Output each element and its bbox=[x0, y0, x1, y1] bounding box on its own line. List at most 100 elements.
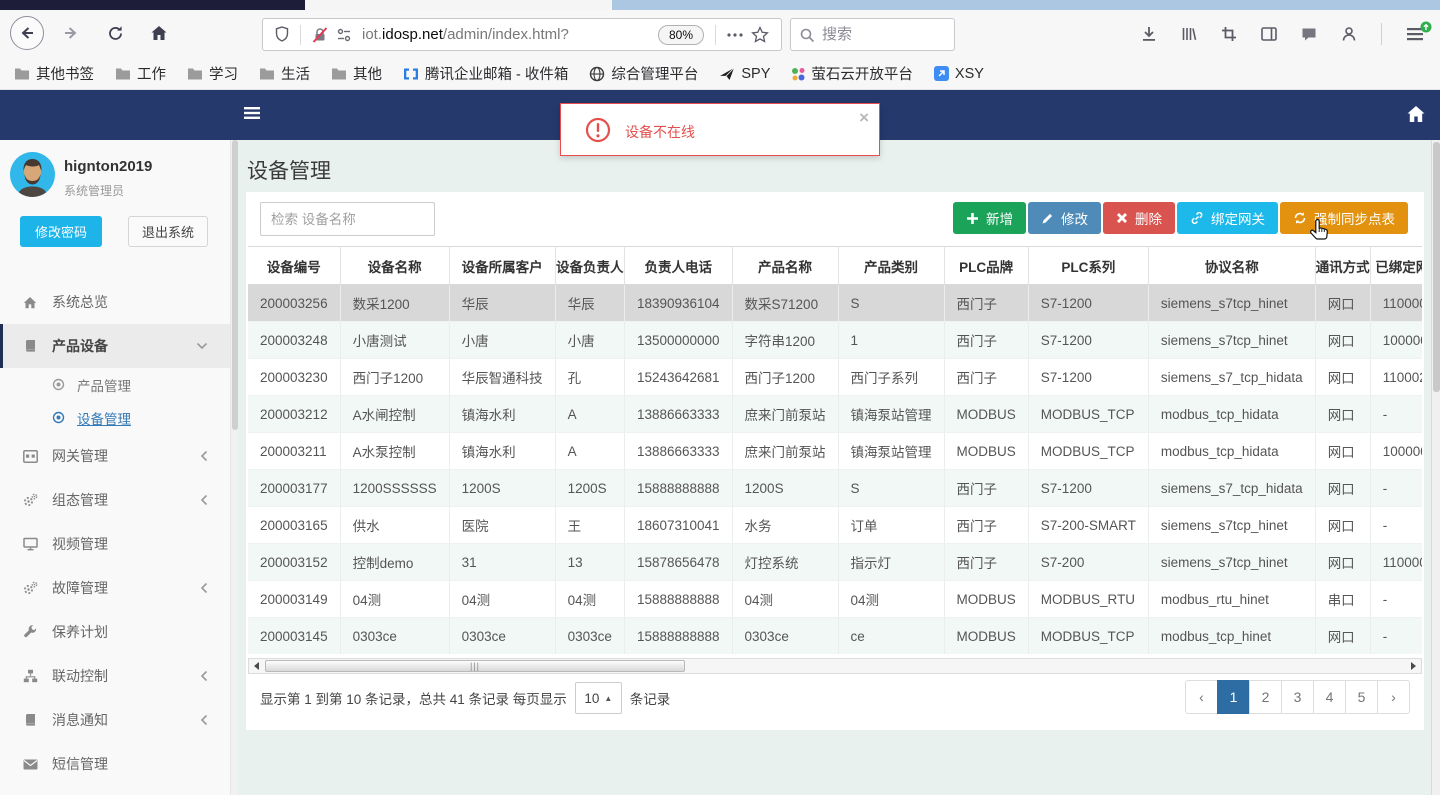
search-box[interactable] bbox=[790, 18, 955, 51]
column-header[interactable]: 已绑定网关 bbox=[1370, 246, 1422, 285]
table-row[interactable]: 200003145 0303ce 0303ce 0303ce 15888888888 03… bbox=[248, 617, 1422, 654]
reload-button[interactable] bbox=[98, 16, 132, 50]
horizontal-scrollbar[interactable]: ||| bbox=[248, 658, 1422, 674]
sidebar-item-故障管理[interactable]: 故障管理 bbox=[0, 566, 230, 610]
change-password-button[interactable]: 修改密码 bbox=[20, 216, 102, 247]
device-search-input[interactable] bbox=[260, 202, 435, 236]
table-row[interactable]: 200003177 1200SSSSSS 1200S 1200S 15888888888… bbox=[248, 469, 1422, 507]
bookmark-star-icon[interactable] bbox=[747, 25, 773, 44]
column-header[interactable]: 设备名称 bbox=[340, 246, 450, 285]
sidebar-item-保养计划[interactable]: 保养计划 bbox=[0, 610, 230, 654]
column-header[interactable]: 产品名称 bbox=[732, 246, 839, 285]
table-row[interactable]: 200003212 A水闸控制 镇海水利 A 13886663333 庶来门前泵站 镇海泵站… bbox=[248, 395, 1422, 433]
sidebar-item-组态管理[interactable]: 组态管理 bbox=[0, 478, 230, 522]
page-button-2[interactable]: 2 bbox=[1249, 680, 1282, 714]
page-actions-icon[interactable] bbox=[723, 32, 747, 37]
app-menu-button[interactable] bbox=[1406, 21, 1432, 41]
bookmark-item[interactable]: SPY bbox=[719, 66, 770, 82]
account-icon[interactable] bbox=[1341, 26, 1357, 42]
bookmark-item[interactable]: 综合管理平台 bbox=[589, 63, 698, 84]
sidebar-subitem-产品管理[interactable]: 产品管理 bbox=[0, 368, 230, 401]
column-header[interactable]: 协议名称 bbox=[1148, 246, 1316, 285]
强制同步点表-button[interactable]: 强制同步点表 bbox=[1280, 202, 1408, 234]
back-button[interactable] bbox=[10, 16, 44, 50]
forward-button[interactable] bbox=[54, 16, 88, 50]
page-next-button[interactable]: › bbox=[1377, 680, 1410, 714]
column-header[interactable]: PLC系列 bbox=[1028, 246, 1149, 285]
library-icon[interactable] bbox=[1181, 26, 1197, 42]
删除-button[interactable]: 删除 bbox=[1103, 202, 1175, 234]
sidebar-item-消息通知[interactable]: 消息通知 bbox=[0, 698, 230, 742]
scroll-left-arrow[interactable] bbox=[249, 659, 264, 673]
column-header[interactable]: 通讯方式 bbox=[1315, 246, 1371, 285]
table-cell: MODBUS_TCP bbox=[1028, 432, 1149, 470]
logout-button[interactable]: 退出系统 bbox=[128, 216, 208, 247]
alert-close-icon[interactable]: × bbox=[859, 108, 869, 128]
table-row[interactable]: 200003211 A水泵控制 镇海水利 A 13886663333 庶来门前泵站 镇海泵站… bbox=[248, 432, 1422, 470]
url-text[interactable]: iot.idosp.net/admin/index.html? bbox=[362, 26, 658, 43]
tab-strip[interactable] bbox=[0, 0, 1440, 10]
zoom-badge[interactable]: 80% bbox=[657, 24, 704, 45]
table-row[interactable]: 200003230 西门子1200 华辰智通科技孔 15243642681 西门子120… bbox=[248, 358, 1422, 396]
sidebar-item-系统总览[interactable]: 系统总览 bbox=[0, 280, 230, 324]
bookmark-item[interactable]: 其他 bbox=[331, 63, 382, 84]
table-cell: MODBUS bbox=[944, 432, 1029, 470]
table-cell: modbus_rtu_hinet bbox=[1148, 580, 1316, 618]
绑定网关-button[interactable]: 绑定网关 bbox=[1177, 202, 1278, 234]
scroll-right-arrow[interactable] bbox=[1406, 659, 1421, 673]
page-button-3[interactable]: 3 bbox=[1281, 680, 1314, 714]
permissions-icon[interactable] bbox=[332, 28, 356, 42]
column-header[interactable]: 负责人电话 bbox=[624, 246, 733, 285]
tracking-shield-icon[interactable] bbox=[271, 26, 293, 43]
column-header[interactable]: 设备编号 bbox=[248, 246, 341, 285]
home-button[interactable] bbox=[142, 16, 176, 50]
page-scrollbar[interactable] bbox=[1431, 140, 1440, 795]
table-row[interactable]: 200003256 数采1200 华辰 华辰 18390936104 数采S71200 S 西… bbox=[248, 284, 1422, 322]
table-cell: 15878656478 bbox=[624, 543, 733, 581]
sidebar-toggle-icon[interactable] bbox=[1261, 27, 1277, 41]
bookmark-item[interactable]: 生活 bbox=[259, 63, 310, 84]
screenshot-icon[interactable] bbox=[1221, 26, 1237, 42]
url-bar[interactable]: iot.idosp.net/admin/index.html? 80% bbox=[262, 18, 782, 51]
insecure-lock-icon[interactable] bbox=[308, 26, 332, 43]
column-header[interactable]: PLC品牌 bbox=[944, 246, 1029, 285]
sidebar-scrollbar[interactable] bbox=[230, 140, 238, 795]
page-size-select[interactable]: 10 ▲ bbox=[574, 682, 622, 714]
column-header[interactable]: 设备所属客户 bbox=[449, 246, 556, 285]
column-header[interactable]: 产品类别 bbox=[838, 246, 945, 285]
table-row[interactable]: 200003152 控制demo 31 13 15878656478 灯控系统 指示灯 西门子… bbox=[248, 543, 1422, 581]
table-cell: - bbox=[1370, 469, 1422, 507]
修改-button[interactable]: 修改 bbox=[1028, 202, 1101, 234]
scrollbar-thumb[interactable]: ||| bbox=[265, 660, 685, 672]
page-button-5[interactable]: 5 bbox=[1345, 680, 1378, 714]
column-header[interactable]: 设备负责人 bbox=[555, 246, 625, 285]
bookmark-item[interactable]: 腾讯企业邮箱 - 收件箱 bbox=[403, 63, 568, 84]
bookmark-label: 综合管理平台 bbox=[611, 67, 699, 83]
page-prev-button[interactable]: ‹ bbox=[1185, 680, 1218, 714]
browser-search-input[interactable] bbox=[822, 26, 932, 43]
page-button-4[interactable]: 4 bbox=[1313, 680, 1346, 714]
pencil-icon bbox=[1041, 212, 1054, 225]
bookmark-item[interactable]: 工作 bbox=[115, 63, 166, 84]
sidebar-item-联动控制[interactable]: 联动控制 bbox=[0, 654, 230, 698]
sidebar-item-视频管理[interactable]: 视频管理 bbox=[0, 522, 230, 566]
table-row[interactable]: 200003165 供水 医院王 18607310041 水务 订单 西门子 S7-200-S… bbox=[248, 506, 1422, 544]
bookmark-item[interactable]: 萤石云开放平台 bbox=[791, 63, 913, 84]
bookmark-item[interactable]: 学习 bbox=[187, 63, 238, 84]
sidebar-subitem-设备管理[interactable]: 设备管理 bbox=[0, 401, 230, 434]
page-button-1[interactable]: 1 bbox=[1217, 680, 1250, 714]
active-tab[interactable] bbox=[305, 0, 612, 10]
messages-icon[interactable] bbox=[1301, 27, 1317, 42]
sidebar-item-网关管理[interactable]: 网关管理 bbox=[0, 434, 230, 478]
新增-button[interactable]: 新增 bbox=[953, 202, 1026, 234]
navbar-home-icon[interactable] bbox=[1406, 104, 1426, 124]
table-row[interactable]: 200003149 04测 04测 04测 15888888888 04测 04测 MODBU… bbox=[248, 580, 1422, 618]
sidebar-item-短信管理[interactable]: 短信管理 bbox=[0, 742, 230, 786]
downloads-icon[interactable] bbox=[1141, 26, 1157, 42]
bookmark-item[interactable]: XSY bbox=[933, 66, 984, 82]
device-table-container: 设备编号 设备名称 设备所属客户 设备负责人 负责人电话 产品名称 产品类别 PLC品牌 PLC… bbox=[248, 246, 1422, 654]
sidebar-collapse-icon[interactable] bbox=[243, 106, 261, 120]
table-row[interactable]: 200003248 小唐测试 小唐 小唐 13500000000 字符串1200 1 西门子 S… bbox=[248, 321, 1422, 359]
bookmark-item[interactable]: 其他书签 bbox=[14, 63, 94, 84]
sidebar-item-产品设备[interactable]: 产品设备 bbox=[0, 324, 230, 368]
